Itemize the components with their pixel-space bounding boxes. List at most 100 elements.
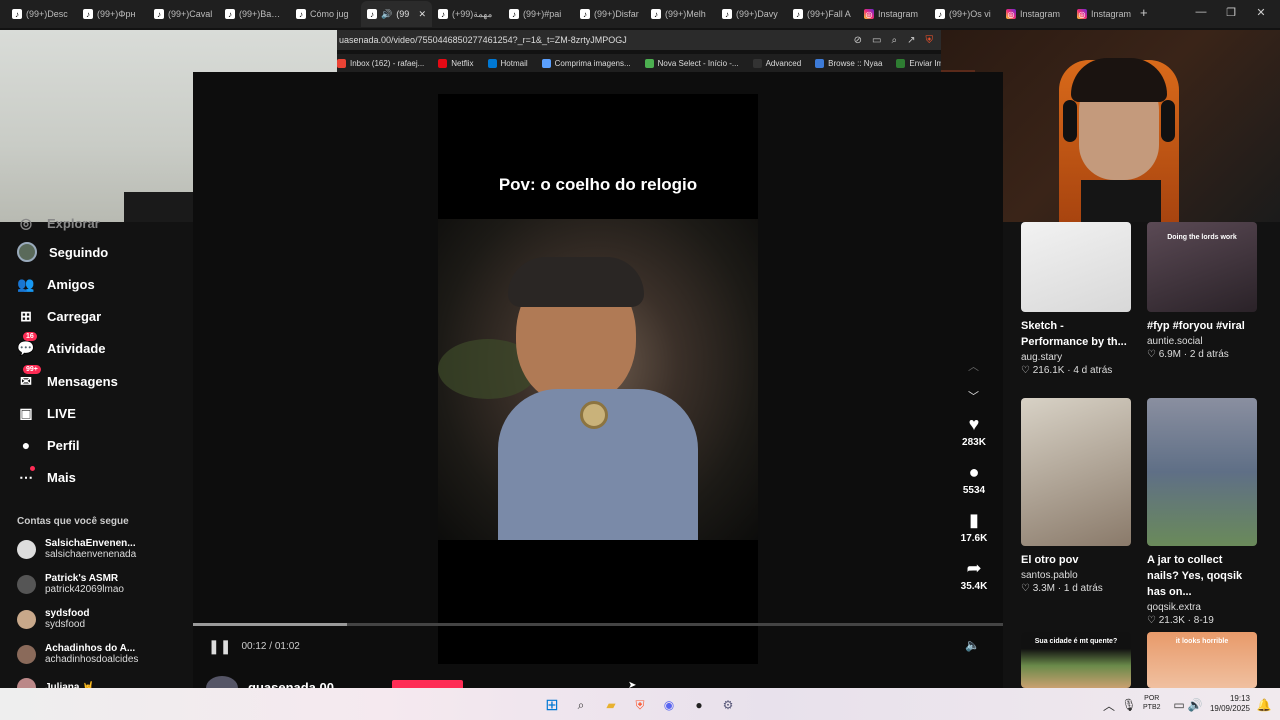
close-tab-icon[interactable]: ✕	[418, 9, 426, 20]
video-thumbnail[interactable]	[1147, 398, 1257, 546]
recommended-title[interactable]: Sketch - Performance by th...	[1021, 318, 1131, 350]
bookmark-item[interactable]: Advanced	[752, 58, 801, 68]
tab-audio-icon[interactable]: 🔊	[381, 9, 392, 20]
share-page-icon[interactable]: ↗	[907, 35, 915, 46]
microphone-icon[interactable]: 🎙	[1120, 696, 1138, 714]
volume-icon[interactable]: 🔊	[1186, 696, 1204, 714]
bookmark-item[interactable]: Inbox (162) - rafaej...	[337, 58, 424, 68]
settings-icon[interactable]: ⚙	[719, 696, 737, 714]
address-bar[interactable]: uasenada.00/video/7550446850277461254?_r…	[337, 30, 941, 50]
browser-tab[interactable]: ◎ Instagram	[1071, 1, 1142, 27]
tray-chevron-icon[interactable]: ︿	[1100, 696, 1118, 714]
recommended-video-card[interactable]: Doing the lords work #fyp #foryou #viral a…	[1147, 222, 1257, 360]
browser-tab[interactable]: ♪ (99+)#pai	[503, 1, 574, 27]
followed-account[interactable]: Patrick's ASMR patrick42069lmao	[17, 573, 124, 595]
video-thumbnail[interactable]: Sua cidade é mt quente?	[1021, 632, 1131, 688]
zoom-icon[interactable]: ⌕	[892, 35, 898, 46]
share-button[interactable]: ➦ 35.4K	[958, 558, 990, 592]
search-icon[interactable]: ⌕	[572, 696, 590, 714]
obs-icon[interactable]: ●	[690, 696, 708, 714]
pause-icon[interactable]: ❚❚	[208, 638, 231, 655]
video-thumbnail[interactable]	[1021, 222, 1131, 312]
recommended-video-card[interactable]: El otro pov santos.pablo ♡ 3.3M · 1 d atrá…	[1021, 398, 1131, 594]
browser-tab[interactable]: ♪ 🔊 (99 ✕	[361, 1, 432, 27]
browser-tab[interactable]: ◎ Instagram	[1000, 1, 1071, 27]
sidebar-item-mais[interactable]: ⋯ Mais	[17, 466, 76, 486]
video-thumbnail[interactable]: Doing the lords work	[1147, 222, 1257, 312]
video-frame[interactable]	[438, 219, 758, 540]
bookmark-item[interactable]: Enviar Imagem p	[896, 58, 941, 68]
new-tab-icon[interactable]: +	[1140, 5, 1148, 20]
friends-icon: 👥	[17, 275, 35, 292]
tiktok-icon: ♪	[296, 9, 306, 19]
followed-account[interactable]: SalsichaEnvenen... salsichaenvenenada	[17, 538, 136, 560]
recommended-video-card[interactable]: Sketch - Performance by th... aug.stary ♡ …	[1021, 222, 1131, 376]
bookmark-item[interactable]: Nova Select - Início -...	[644, 58, 739, 68]
recommended-video-card[interactable]: it looks horrible	[1147, 632, 1257, 688]
browser-tab[interactable]: ♪ (99+)Davy	[716, 1, 787, 27]
browser-tab[interactable]: ♪ (99+)Fall A	[787, 1, 858, 27]
browser-tab[interactable]: ♪ (99+)Φpн	[77, 1, 148, 27]
recommended-user[interactable]: auntie.social	[1147, 336, 1257, 347]
browser-tab[interactable]: ♪ (99+)Disfar	[574, 1, 645, 27]
browser-tab[interactable]: ♪ (99+)Desc	[6, 1, 77, 27]
bookmark-item[interactable]: Netflix	[438, 58, 474, 68]
browser-tab[interactable]: ◎ Instagram	[858, 1, 929, 27]
maximize-icon[interactable]: ❐	[1216, 6, 1246, 19]
recommended-video-card[interactable]: Sua cidade é mt quente?	[1021, 632, 1131, 688]
bookmark-label: Browse :: Nyaa	[828, 58, 883, 68]
bookmark-favicon-icon	[896, 58, 906, 68]
clock[interactable]: 19:13 19/09/2025	[1208, 694, 1250, 714]
sidebar-item-carregar[interactable]: ⊞ Carregar	[17, 307, 101, 325]
windows-start-icon[interactable]: ⊞	[543, 696, 561, 714]
recommended-user[interactable]: aug.stary	[1021, 352, 1131, 363]
followed-account[interactable]: Achadinhos do A... achadinhosdoalcides	[17, 643, 138, 665]
next-video-icon[interactable]: ﹀	[968, 388, 979, 404]
file-explorer-icon[interactable]: ▰	[602, 696, 620, 714]
recommended-meta: ♡ 3.3M · 1 d atrás	[1021, 583, 1131, 594]
heart-button[interactable]: ♥ 283K	[958, 414, 990, 448]
nav-explorar-partial[interactable]: ◎ Explorar	[17, 214, 100, 232]
share-icon: ➦	[966, 558, 982, 578]
video-thumbnail[interactable]	[1021, 398, 1131, 546]
recommended-meta: ♡ 6.9M · 2 d atrás	[1147, 349, 1257, 360]
brave-browser-icon[interactable]: ⛨	[631, 696, 649, 714]
bookmark-item[interactable]: Hotmail	[487, 58, 528, 68]
recommended-user[interactable]: qoqsik.extra	[1147, 602, 1257, 613]
browser-tab[interactable]: ♪ (99+)Os vi	[929, 1, 1000, 27]
bookmark-item[interactable]: Browse :: Nyaa	[815, 58, 883, 68]
sidebar-item-seguindo[interactable]: ◉ Seguindo	[17, 242, 108, 262]
recommended-title[interactable]: A jar to collect nails? Yes, qoqsik has …	[1147, 552, 1257, 600]
sidebar-item-live[interactable]: ▣ LIVE	[17, 404, 76, 422]
bookmark-favicon-icon	[337, 58, 346, 68]
browser-tab[interactable]: ♪ Cómo jug	[290, 1, 361, 27]
bookmark-item[interactable]: Comprima imagens...	[541, 58, 631, 68]
notifications-icon[interactable]: 🔔	[1255, 696, 1273, 714]
recommended-video-card[interactable]: A jar to collect nails? Yes, qoqsik has …	[1147, 398, 1257, 626]
cast-icon[interactable]: ▭	[872, 35, 881, 46]
close-window-icon[interactable]: ✕	[1246, 6, 1276, 19]
mute-icon[interactable]: 🔈	[965, 638, 980, 652]
brave-shield-icon[interactable]: ⛨	[926, 35, 934, 46]
recommended-user[interactable]: santos.pablo	[1021, 570, 1131, 581]
bookmark-button[interactable]: ▮ 17.6K	[958, 510, 990, 544]
comment-button[interactable]: ● 5534	[958, 462, 990, 496]
minimize-icon[interactable]: —	[1186, 6, 1216, 19]
browser-tab[interactable]: ♪ (99+)Bad E	[219, 1, 290, 27]
browser-tab[interactable]: ♪ (99+)Melh	[645, 1, 716, 27]
sidebar-item-atividade[interactable]: 💬 16 Atividade	[17, 332, 106, 357]
discord-icon[interactable]: ◉	[660, 696, 678, 714]
tracking-off-icon[interactable]: ⊘	[854, 35, 862, 46]
sidebar-item-perfil[interactable]: ● Perfil	[17, 436, 80, 454]
sidebar-item-mensagens[interactable]: ✉ 99+ Mensagens	[17, 365, 118, 390]
recommended-title[interactable]: El otro pov	[1021, 552, 1131, 568]
tab-title: (99+)Caval	[168, 9, 213, 19]
browser-tab[interactable]: ♪ (99+)Caval	[148, 1, 219, 27]
followed-account[interactable]: sydsfood sydsfood	[17, 608, 89, 630]
prev-video-icon[interactable]: ︿	[968, 358, 979, 374]
sidebar-item-amigos[interactable]: 👥 Amigos	[17, 275, 94, 293]
browser-tab[interactable]: ♪ مهمة(99+)	[432, 1, 503, 27]
input-language[interactable]: POR PTB2	[1143, 694, 1161, 712]
recommended-title[interactable]: #fyp #foryou #viral	[1147, 318, 1257, 334]
video-thumbnail[interactable]: it looks horrible	[1147, 632, 1257, 688]
